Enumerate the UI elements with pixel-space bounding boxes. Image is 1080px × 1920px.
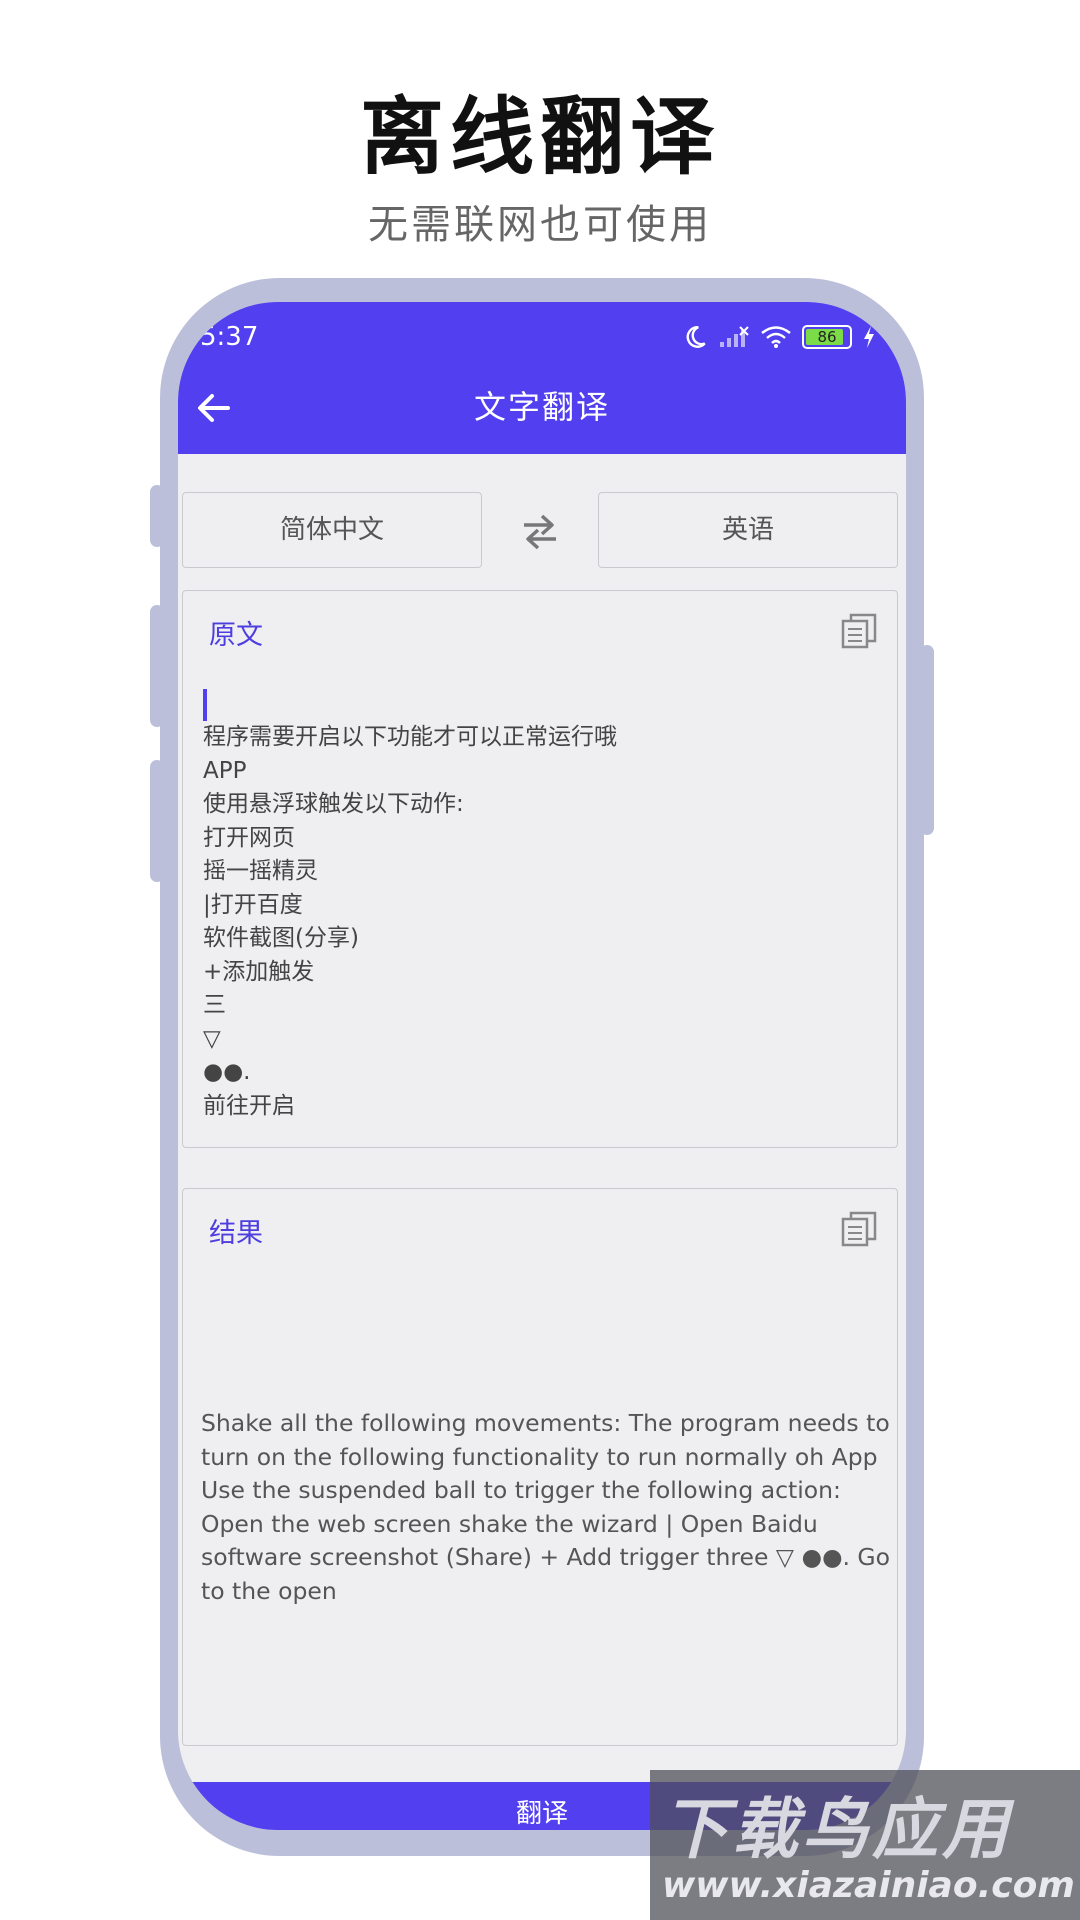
battery-level: 86 (817, 328, 837, 346)
source-line: 前往开启 (203, 1092, 295, 1119)
phone-side-button (920, 645, 934, 835)
status-time: 5:37 (200, 322, 259, 352)
phone-side-button (150, 605, 164, 727)
watermark-url: www.xiazainiao.com (662, 1865, 1075, 1906)
source-card[interactable]: 原文 程序需要开启以下功能才可以正常运行哦 APP 使用悬浮球触发以下动作: 打… (182, 590, 898, 1148)
source-line: APP (203, 757, 247, 784)
status-icons: 86 (682, 324, 876, 350)
source-line: 使用悬浮球触发以下动作: (203, 791, 464, 817)
copy-icon[interactable] (839, 611, 879, 651)
app-top-bar: 5:37 86 文字翻译 (178, 302, 906, 454)
source-line: |打开百度 (203, 891, 303, 918)
signal-icon (720, 326, 749, 347)
source-line: 摇一摇精灵 (203, 858, 318, 884)
source-line: 三 (203, 992, 226, 1018)
source-line: ●●. (203, 1059, 251, 1085)
source-text[interactable]: 程序需要开启以下功能才可以正常运行哦 APP 使用悬浮球触发以下动作: 打开网页… (203, 721, 617, 1123)
page-title: 文字翻译 (473, 388, 610, 426)
phone-side-button (150, 760, 164, 882)
moon-icon (686, 326, 706, 348)
charging-icon (864, 326, 874, 348)
promo-headline: 离线翻译 (359, 88, 720, 186)
swap-icon[interactable] (518, 510, 562, 554)
phone-side-button (150, 485, 164, 547)
result-text: Shake all the following movements: The p… (201, 1409, 891, 1605)
target-language-button[interactable]: 英语 (598, 492, 898, 568)
phone-screen: 5:37 86 文字翻译 简体中文 英语 原文 程序需要开启以下功能才可以正常运… (178, 302, 906, 1830)
copy-icon[interactable] (839, 1209, 879, 1249)
battery-icon: 86 (802, 325, 852, 349)
source-line: 打开网页 (203, 824, 295, 851)
source-line: 程序需要开启以下功能才可以正常运行哦 (203, 724, 617, 750)
source-language-button[interactable]: 简体中文 (182, 492, 482, 568)
result-card-label: 结果 (209, 1218, 263, 1249)
watermark-title: 下载鸟应用 (662, 1791, 1012, 1868)
source-card-label: 原文 (209, 620, 263, 651)
source-line: 软件截图(分享) (203, 925, 359, 951)
text-cursor (203, 689, 207, 721)
source-line: +添加触发 (203, 958, 315, 985)
wifi-icon (761, 326, 791, 348)
promo-subline: 无需联网也可使用 (368, 202, 712, 248)
result-card: 结果 Shake all the following movements: Th… (182, 1188, 898, 1746)
watermark: 下载鸟应用 www.xiazainiao.com (650, 1770, 1080, 1920)
source-line: ▽ (203, 1025, 221, 1052)
